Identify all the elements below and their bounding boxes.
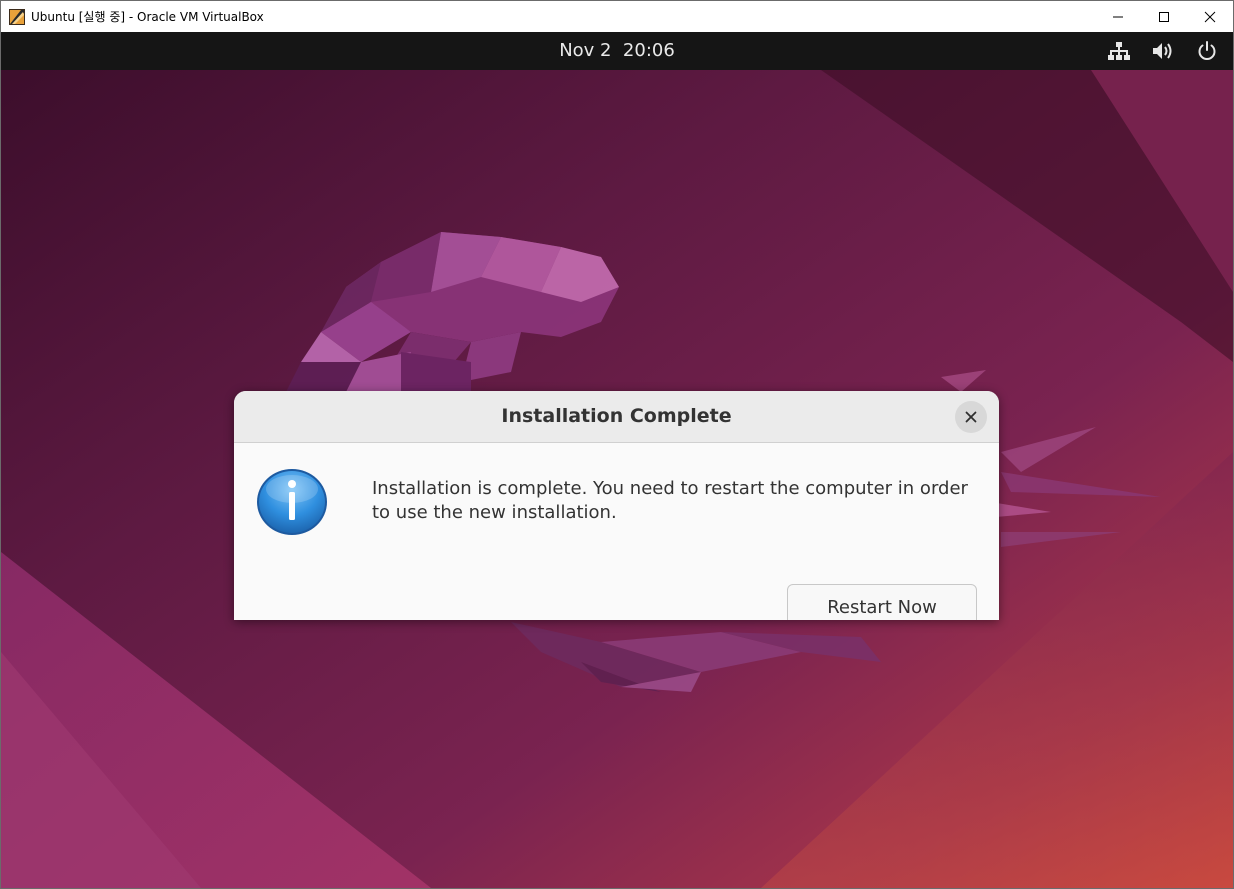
close-icon xyxy=(965,408,977,427)
restart-now-button[interactable]: Restart Now xyxy=(787,584,977,620)
virtualbox-window: Ubuntu [실행 중] - Oracle VM VirtualBox Nov… xyxy=(0,0,1234,889)
maximize-icon xyxy=(1158,11,1170,23)
virtualbox-icon xyxy=(9,8,25,25)
close-icon xyxy=(1204,11,1216,23)
installation-complete-dialog: Installation Complete Installation is co… xyxy=(234,391,999,620)
minimize-button[interactable] xyxy=(1095,1,1141,32)
minimize-icon xyxy=(1112,11,1124,23)
guest-screen[interactable]: Nov 2 20:06 Installation Complete Instal… xyxy=(1,32,1233,888)
system-tray[interactable] xyxy=(1087,32,1219,70)
dialog-message: Installation is complete. You need to re… xyxy=(372,478,968,523)
clock[interactable]: Nov 2 20:06 xyxy=(1,32,1233,70)
dialog-close-button[interactable] xyxy=(955,401,987,433)
dialog-title: Installation Complete xyxy=(501,405,732,427)
network-icon[interactable] xyxy=(1107,39,1131,63)
volume-icon[interactable] xyxy=(1151,39,1175,63)
info-icon xyxy=(255,467,329,537)
power-icon[interactable] xyxy=(1195,39,1219,63)
maximize-button[interactable] xyxy=(1141,1,1187,32)
window-title: Ubuntu [실행 중] - Oracle VM VirtualBox xyxy=(31,10,264,24)
window-titlebar[interactable]: Ubuntu [실행 중] - Oracle VM VirtualBox xyxy=(1,1,1233,32)
window-close-button[interactable] xyxy=(1187,1,1233,32)
